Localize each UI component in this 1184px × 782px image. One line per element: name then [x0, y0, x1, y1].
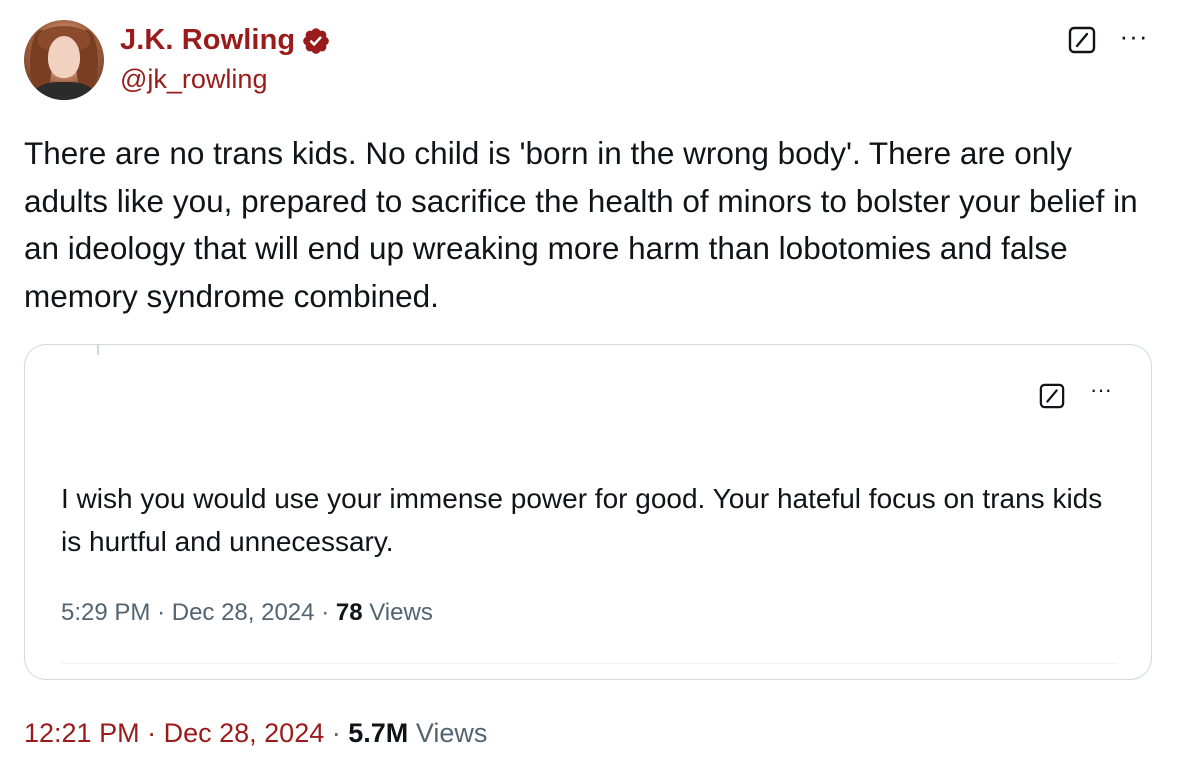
author-name-row: J.K. Rowling — [120, 24, 331, 57]
quote-avatar-stub — [97, 345, 99, 355]
quoted-tweet-date[interactable]: Dec 28, 2024 — [172, 599, 315, 626]
tweet-views-label: Views — [415, 718, 488, 748]
tweet-meta: 12:21 PM · Dec 28, 2024 · 5.7M Views — [24, 718, 487, 749]
tweet-card: J.K. Rowling @jk_rowling ··· There are n… — [0, 0, 1184, 782]
more-icon[interactable]: ··· — [1085, 379, 1117, 405]
verified-badge-icon — [303, 27, 330, 54]
tweet-time[interactable]: 12:21 PM — [24, 718, 140, 748]
grok-icon[interactable] — [1068, 26, 1096, 54]
quoted-tweet-views-label: Views — [369, 599, 433, 626]
separator: · — [331, 718, 341, 748]
divider — [61, 663, 1117, 664]
tweet-text: There are no trans kids. No child is 'bo… — [24, 135, 1138, 314]
tweet-date[interactable]: Dec 28, 2024 — [164, 718, 325, 748]
separator: · — [321, 599, 330, 626]
author-handle[interactable]: @jk_rowling — [120, 64, 267, 95]
separator: · — [157, 599, 166, 626]
quoted-tweet-meta: 5:29 PM · Dec 28, 2024 · 78 Views — [61, 599, 433, 627]
grok-icon[interactable] — [1039, 383, 1065, 409]
quoted-tweet-views-count: 78 — [335, 599, 363, 626]
separator: · — [147, 718, 157, 748]
quoted-tweet[interactable]: ··· I wish you would use your immense po… — [24, 344, 1152, 680]
quoted-tweet-text: I wish you would use your immense power … — [61, 483, 1103, 557]
avatar[interactable] — [24, 20, 104, 100]
more-icon[interactable]: ··· — [1116, 23, 1152, 54]
tweet-views-count: 5.7M — [348, 718, 409, 748]
author-display-name[interactable]: J.K. Rowling — [120, 24, 295, 57]
quoted-tweet-time[interactable]: 5:29 PM — [61, 599, 150, 626]
